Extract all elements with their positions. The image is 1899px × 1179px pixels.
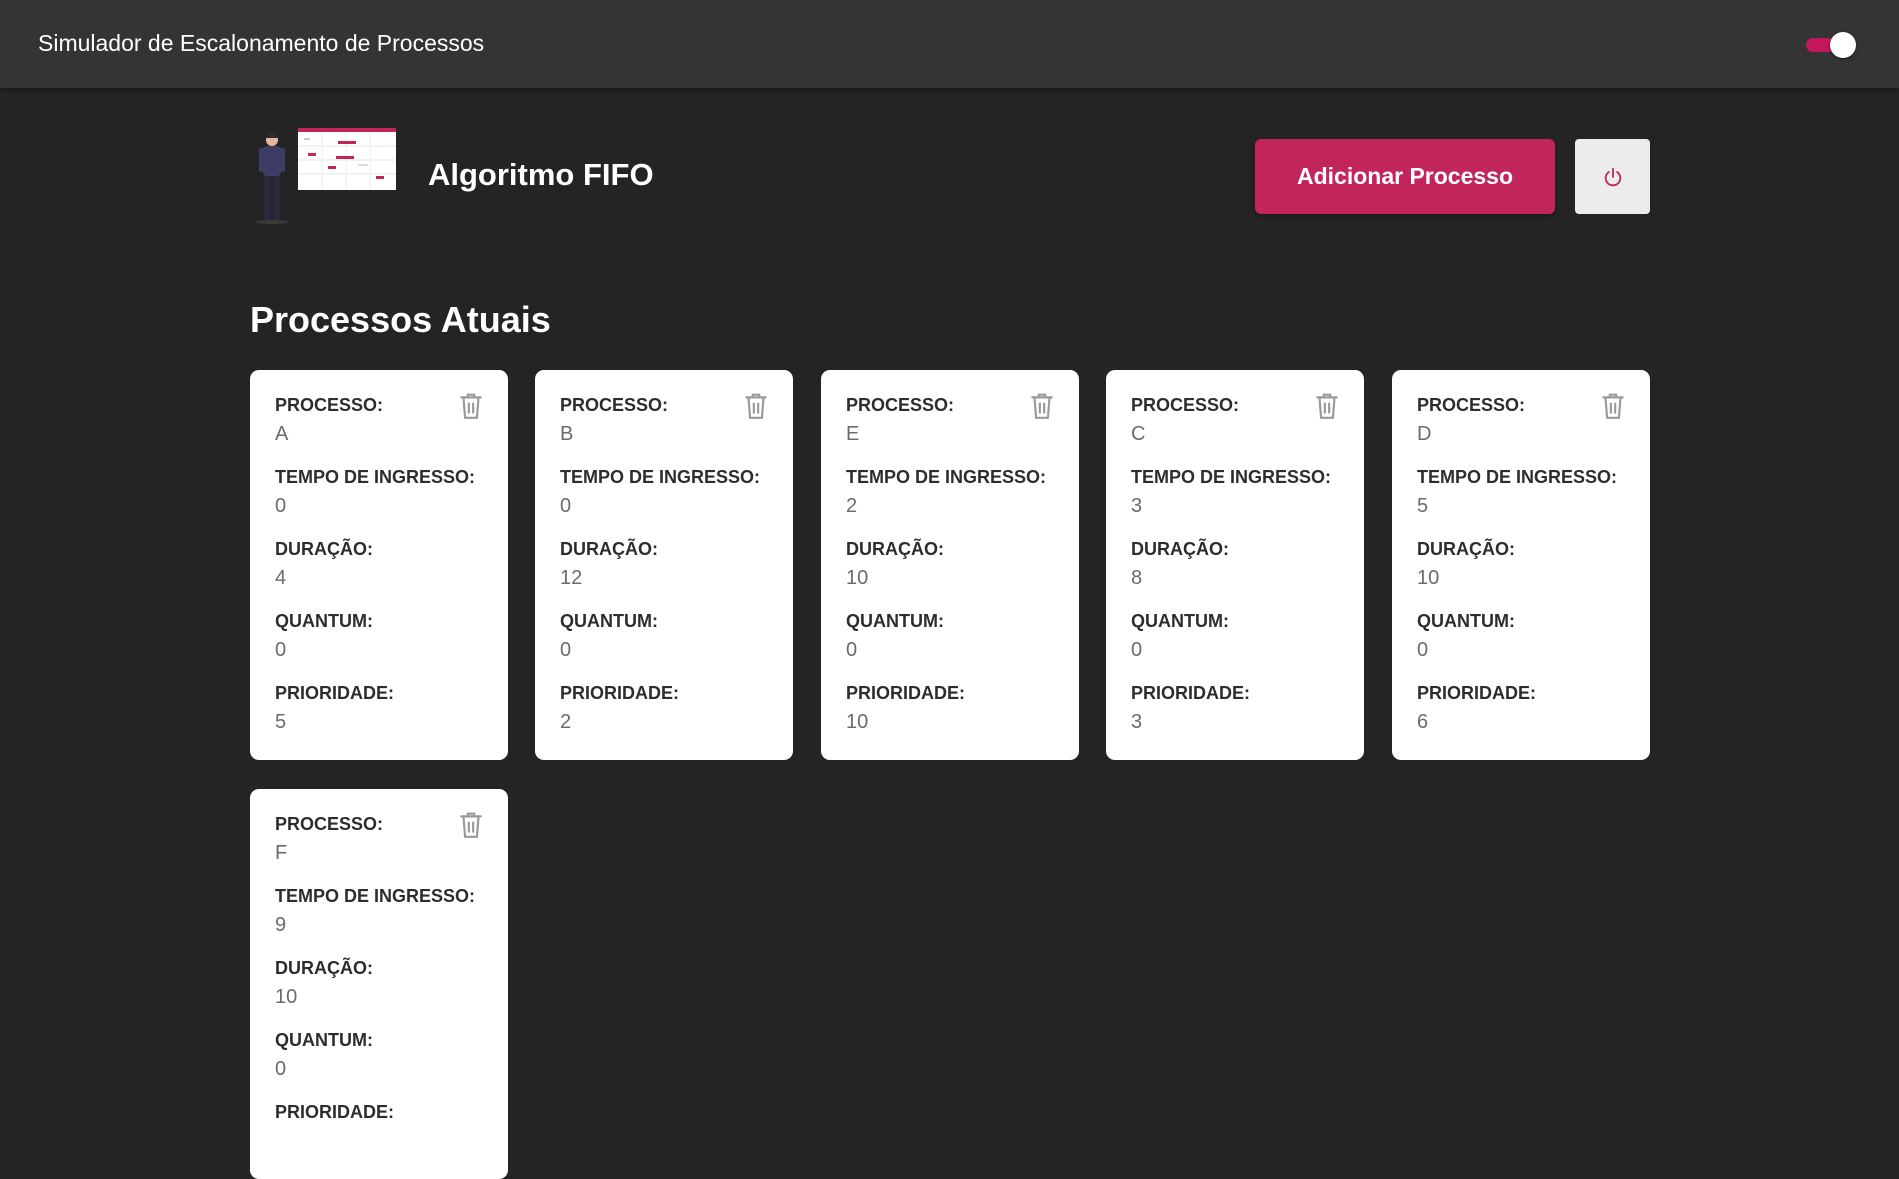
arrival-label: TEMPO DE INGRESSO: (846, 467, 1047, 487)
trash-icon[interactable] (743, 392, 769, 420)
quantum-label: QUANTUM: (846, 611, 944, 631)
process-label: PROCESSO: (846, 395, 955, 415)
priority-label: PRIORIDADE: (560, 683, 680, 703)
arrival-value: 5 (1417, 495, 1429, 517)
algorithm-title: Algoritmo FIFO (428, 157, 654, 192)
priority-label: PRIORIDADE: (1417, 683, 1537, 703)
trash-icon[interactable] (458, 811, 484, 839)
app-title: Simulador de Escalonamento de Processos (38, 30, 485, 56)
process-label: PROCESSO: (275, 814, 384, 834)
power-icon (1604, 167, 1621, 186)
priority-value: 5 (275, 711, 287, 733)
process-name: F (275, 842, 288, 864)
process-card: PROCESSO: F TEMPO DE INGRESSO: 9 DURAÇÃO… (250, 789, 508, 1179)
arrival-label: TEMPO DE INGRESSO: (275, 467, 476, 487)
add-process-button[interactable]: Adicionar Processo (1255, 139, 1555, 214)
process-label: PROCESSO: (560, 395, 669, 415)
toggle-thumb (1830, 32, 1856, 58)
process-card: PROCESSO: A TEMPO DE INGRESSO: 0 DURAÇÃO… (250, 370, 508, 760)
quantum-label: QUANTUM: (1131, 611, 1229, 631)
priority-value: 6 (1417, 711, 1429, 733)
arrival-value: 2 (846, 495, 858, 517)
duration-label: DURAÇÃO: (846, 539, 944, 559)
arrival-label: TEMPO DE INGRESSO: (275, 886, 476, 906)
arrival-label: TEMPO DE INGRESSO: (1131, 467, 1332, 487)
process-label: PROCESSO: (1131, 395, 1240, 415)
quantum-label: QUANTUM: (275, 611, 373, 631)
trash-icon[interactable] (1600, 392, 1626, 420)
arrival-value: 0 (275, 495, 287, 517)
trash-icon[interactable] (1029, 392, 1055, 420)
process-name: B (560, 423, 574, 445)
scheduler-illustration (256, 128, 396, 224)
process-name: D (1417, 423, 1432, 445)
priority-value: 10 (846, 711, 869, 733)
theme-toggle[interactable] (1804, 31, 1860, 59)
trash-icon[interactable] (458, 392, 484, 420)
quantum-label: QUANTUM: (1417, 611, 1515, 631)
reset-button[interactable] (1575, 139, 1650, 214)
arrival-value: 0 (560, 495, 572, 517)
priority-label: PRIORIDADE: (1131, 683, 1251, 703)
priority-label: PRIORIDADE: (275, 683, 395, 703)
process-label: PROCESSO: (275, 395, 384, 415)
duration-value: 8 (1131, 567, 1143, 589)
duration-value: 10 (275, 986, 298, 1008)
quantum-value: 0 (275, 1058, 287, 1080)
quantum-value: 0 (1131, 639, 1143, 661)
app-bar: Simulador de Escalonamento de Processos (0, 0, 1899, 88)
section-title: Processos Atuais (250, 299, 551, 340)
duration-value: 10 (1417, 567, 1440, 589)
process-name: C (1131, 423, 1146, 445)
trash-icon[interactable] (1314, 392, 1340, 420)
priority-label: PRIORIDADE: (275, 1102, 395, 1122)
duration-value: 12 (560, 567, 583, 589)
duration-label: DURAÇÃO: (1417, 539, 1515, 559)
priority-label: PRIORIDADE: (846, 683, 966, 703)
process-label: PROCESSO: (1417, 395, 1526, 415)
process-name: A (275, 423, 289, 445)
process-card: PROCESSO: E TEMPO DE INGRESSO: 2 DURAÇÃO… (821, 370, 1079, 760)
priority-value: 2 (560, 711, 572, 733)
process-card: PROCESSO: B TEMPO DE INGRESSO: 0 DURAÇÃO… (535, 370, 793, 760)
process-card: PROCESSO: C TEMPO DE INGRESSO: 3 DURAÇÃO… (1106, 370, 1364, 760)
process-name: E (846, 423, 860, 445)
quantum-value: 0 (1417, 639, 1429, 661)
duration-label: DURAÇÃO: (1131, 539, 1229, 559)
quantum-label: QUANTUM: (560, 611, 658, 631)
quantum-value: 0 (275, 639, 287, 661)
process-card: PROCESSO: D TEMPO DE INGRESSO: 5 DURAÇÃO… (1392, 370, 1650, 760)
duration-label: DURAÇÃO: (560, 539, 658, 559)
quantum-value: 0 (846, 639, 858, 661)
duration-value: 10 (846, 567, 869, 589)
quantum-label: QUANTUM: (275, 1030, 373, 1050)
duration-label: DURAÇÃO: (275, 539, 373, 559)
duration-value: 4 (275, 567, 287, 589)
arrival-label: TEMPO DE INGRESSO: (1417, 467, 1618, 487)
duration-label: DURAÇÃO: (275, 958, 373, 978)
arrival-label: TEMPO DE INGRESSO: (560, 467, 761, 487)
arrival-value: 9 (275, 914, 287, 936)
quantum-value: 0 (560, 639, 572, 661)
arrival-value: 3 (1131, 495, 1143, 517)
priority-value: 3 (1131, 711, 1143, 733)
